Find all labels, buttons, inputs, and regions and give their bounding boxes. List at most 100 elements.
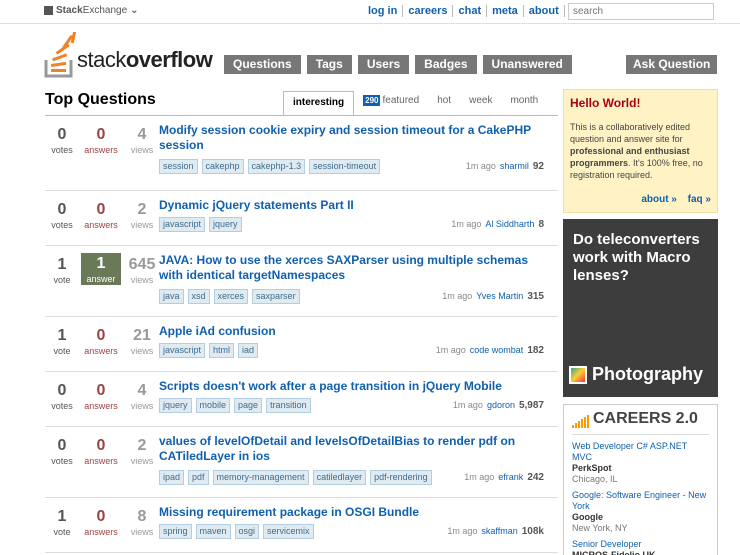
question-title-link[interactable]: values of levelOfDetail and levelsOfDeta… — [159, 434, 554, 464]
nav-badges[interactable]: Badges — [415, 55, 477, 74]
tag[interactable]: session — [159, 159, 198, 174]
tag[interactable]: page — [234, 398, 263, 413]
tag[interactable]: cakephp-1.3 — [247, 159, 306, 174]
job-listing: Web Developer C# ASP.NET MVC PerkSpot Chic… — [572, 441, 709, 485]
user-link[interactable]: Yves Martin — [476, 291, 523, 301]
tab-featured[interactable]: 290 featured — [354, 90, 428, 115]
question-title-link[interactable]: Dynamic jQuery statements Part II — [159, 198, 554, 213]
question-title-link[interactable]: Modify session cookie expiry and session… — [159, 123, 554, 153]
ad-brand: Photography — [569, 364, 703, 385]
welcome-links: about » faq » — [633, 194, 711, 205]
tag[interactable]: session-timeout — [309, 159, 381, 174]
user-link[interactable]: Al Siddharth — [485, 219, 534, 229]
tag[interactable]: pdf-rendering — [370, 470, 432, 485]
nav-tags[interactable]: Tags — [306, 55, 352, 74]
user-reputation: 242 — [527, 472, 544, 483]
logo-wordmark: stackoverflow — [77, 47, 213, 72]
careers-header[interactable]: CAREERS 2.0 — [572, 410, 709, 435]
nav-users[interactable]: Users — [357, 55, 410, 74]
user-reputation: 108k — [521, 526, 544, 537]
tag[interactable]: osgi — [234, 524, 260, 539]
question-row: 0 votes 0 answers 2 views Dynamic jQuery state… — [45, 191, 558, 246]
question-title-link[interactable]: Apple iAd confusion — [159, 324, 554, 339]
tag[interactable]: catiledlayer — [312, 470, 367, 485]
view-count: 2 views — [130, 201, 154, 230]
tab-hot[interactable]: hot — [428, 90, 460, 115]
tag[interactable]: ipad — [159, 470, 185, 485]
question-row: 1 vote 1 answer 645 views JAVA: How to use the… — [45, 246, 558, 317]
tag[interactable]: html — [209, 343, 235, 358]
top-links: log in careers chat meta about faq — [363, 5, 591, 17]
vote-count: 1 vote — [53, 508, 71, 537]
tag[interactable]: cakephp — [201, 159, 244, 174]
user-link[interactable]: sharmil — [500, 161, 529, 171]
tag[interactable]: maven — [195, 524, 231, 539]
tag[interactable]: pdf — [188, 470, 209, 485]
tag[interactable]: java — [159, 289, 184, 304]
about-link[interactable]: about — [522, 5, 564, 17]
tag[interactable]: jquery — [209, 217, 242, 232]
tag[interactable]: mobile — [195, 398, 231, 413]
tab-interesting[interactable]: interesting — [283, 91, 355, 116]
welcome-box: Hello World! This is a collaboratively e… — [563, 89, 718, 213]
question-time: 1m ago — [435, 345, 466, 355]
tag[interactable]: transition — [266, 398, 311, 413]
job-company: Google — [572, 512, 603, 522]
chat-link[interactable]: chat — [452, 5, 486, 17]
tag-list: session cakephp cakephp-1.3 session-timeout — [159, 159, 381, 174]
question-meta: 1m ago Al Siddharth 8 — [451, 219, 544, 230]
photography-ad[interactable]: Do teleconverters work with Macro lenses… — [563, 219, 718, 397]
view-count: 645 views — [128, 256, 156, 285]
login-link[interactable]: log in — [363, 5, 402, 17]
tag-list: java xsd xerces saxparser — [159, 289, 300, 304]
user-reputation: 8 — [538, 219, 544, 230]
nav-questions[interactable]: Questions — [224, 55, 301, 74]
tag-list: ipad pdf memory-management catiledlayer pdf-… — [159, 470, 432, 485]
answer-count: 0 answers — [84, 508, 118, 537]
tag[interactable]: jquery — [159, 398, 192, 413]
chevron-down-icon: ⌄ — [130, 5, 139, 16]
job-title-link[interactable]: Google: Software Engineer - New York — [572, 490, 709, 512]
tab-label: featured — [382, 95, 420, 106]
tag[interactable]: xsd — [187, 289, 210, 304]
tag[interactable]: memory-management — [212, 470, 309, 485]
careers-link[interactable]: careers — [402, 5, 452, 17]
question-title-link[interactable]: Missing requirement package in OSGI Bund… — [159, 505, 554, 520]
question-meta: 1m ago gdoron 5,987 — [453, 400, 544, 411]
tag[interactable]: javascript — [159, 343, 206, 358]
vote-count: 1 vote — [53, 327, 71, 356]
tab-month[interactable]: month — [501, 90, 547, 115]
tab-week[interactable]: week — [460, 90, 501, 115]
job-title-link[interactable]: Web Developer C# ASP.NET MVC — [572, 441, 709, 463]
tab-label: interesting — [293, 97, 345, 108]
welcome-title: Hello World! — [570, 96, 641, 110]
user-link[interactable]: code wombat — [470, 345, 524, 355]
tag-list: jquery mobile page transition — [159, 398, 311, 413]
question-title-link[interactable]: Scripts doesn't work after a page transi… — [159, 379, 554, 394]
meta-link[interactable]: meta — [486, 5, 523, 17]
user-link[interactable]: gdoron — [487, 400, 515, 410]
question-time: 1m ago — [464, 472, 495, 482]
tag[interactable]: spring — [159, 524, 192, 539]
about-link-sidebar[interactable]: about » — [641, 194, 677, 205]
nav-unanswered[interactable]: Unanswered — [482, 55, 572, 74]
tag[interactable]: saxparser — [252, 289, 300, 304]
tag[interactable]: javascript — [159, 217, 206, 232]
top-bar: StackExchange ⌄ log in careers chat meta… — [0, 0, 740, 24]
vote-count: 1 vote — [53, 256, 71, 285]
user-link[interactable]: skaffman — [481, 526, 517, 536]
stackoverflow-logo[interactable]: stackoverflow — [44, 32, 216, 78]
question-row: 1 vote 0 answers 8 views Missing requirement p… — [45, 498, 558, 553]
user-reputation: 315 — [527, 291, 544, 302]
stackexchange-menu[interactable]: StackExchange ⌄ — [44, 5, 139, 16]
faq-link-sidebar[interactable]: faq » — [688, 194, 711, 205]
tag[interactable]: servicemix — [263, 524, 314, 539]
tag[interactable]: xerces — [213, 289, 249, 304]
search-input[interactable] — [568, 3, 714, 20]
ask-question-button[interactable]: Ask Question — [626, 55, 718, 74]
question-title-link[interactable]: JAVA: How to use the xerces SAXParser us… — [159, 253, 554, 283]
job-title-link[interactable]: Senior Developer — [572, 539, 709, 550]
user-link[interactable]: efrank — [498, 472, 523, 482]
stackexchange-label: StackExchange — [56, 5, 128, 16]
tag[interactable]: iad — [238, 343, 259, 358]
